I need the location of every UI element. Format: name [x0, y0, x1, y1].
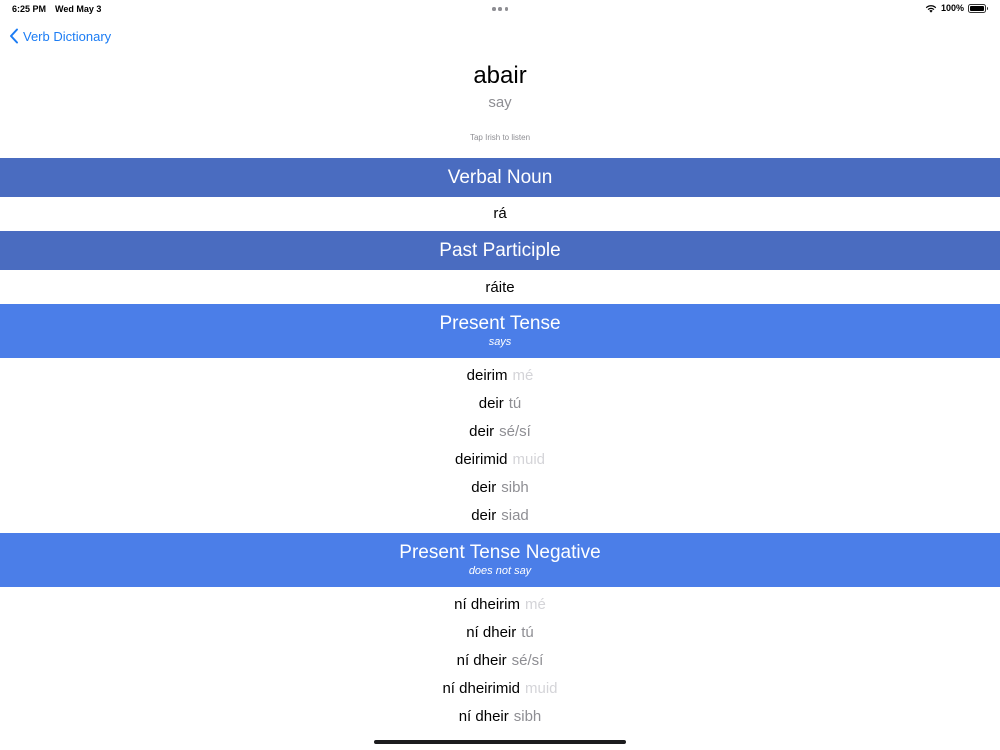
conjugation-row[interactable]: deir siad	[0, 507, 1000, 524]
conjugated-verb[interactable]: ní dheir	[457, 652, 507, 669]
section-title: Present Tense Negative	[399, 542, 601, 563]
conjugated-verb[interactable]: ní dheirimid	[442, 680, 520, 697]
conjugated-verb[interactable]: deir	[471, 479, 496, 496]
pronoun: tú	[521, 624, 534, 641]
pronoun: sé/sí	[511, 652, 544, 669]
conjugation-row[interactable]: ní dheirim mé	[0, 596, 1000, 613]
section-title: Past Participle	[439, 240, 561, 261]
section-title: Verbal Noun	[447, 167, 553, 188]
multitasking-dots-icon[interactable]	[492, 7, 508, 11]
verb-title[interactable]: abair	[0, 62, 1000, 90]
verbal-noun-value[interactable]: rá	[0, 205, 1000, 222]
section-header-present-tense-negative: Present Tense Negative does not say	[0, 533, 1000, 587]
conjugated-verb[interactable]: deir	[471, 507, 496, 524]
status-indicators: 100%	[925, 3, 988, 13]
past-participle-value[interactable]: ráite	[0, 279, 1000, 296]
pronoun: mé	[512, 367, 534, 384]
battery-icon	[968, 3, 988, 13]
conjugation-row[interactable]: ní dheirimid muid	[0, 680, 1000, 697]
section-header-verbal-noun: Verbal Noun	[0, 158, 1000, 197]
conjugation-row[interactable]: deirim mé	[0, 367, 1000, 384]
conjugated-verb[interactable]: ní dheirim	[454, 596, 520, 613]
conjugation-row[interactable]: deir sibh	[0, 479, 1000, 496]
pronoun: mé	[525, 596, 546, 613]
battery-percent: 100%	[940, 3, 964, 13]
conjugated-verb[interactable]: deirimid	[455, 451, 508, 468]
conjugated-verb[interactable]: deirim	[467, 367, 508, 384]
conjugation-row[interactable]: deir tú	[0, 395, 1000, 412]
section-header-past-participle: Past Participle	[0, 231, 1000, 270]
pronoun: tú	[508, 395, 522, 412]
conjugation-row[interactable]: ní dheir sé/sí	[0, 652, 1000, 669]
pronoun: muid	[512, 451, 546, 468]
section-title: Present Tense	[439, 313, 561, 334]
conjugation-row[interactable]: ní dheir sibh	[0, 708, 1000, 725]
conjugated-verb[interactable]: ní dheir	[459, 708, 509, 725]
pronoun: sé/sí	[499, 423, 531, 440]
verb-translation: say	[488, 94, 512, 111]
home-indicator[interactable]	[374, 740, 626, 744]
conjugation-row[interactable]: ní dheir tú	[0, 624, 1000, 641]
conjugation-row[interactable]: deir sé/sí	[0, 423, 1000, 440]
chevron-left-icon	[10, 28, 18, 44]
section-subtitle: says	[488, 336, 512, 348]
pronoun: siad	[501, 507, 529, 524]
section-header-present-tense: Present Tense says	[0, 304, 1000, 358]
conjugation-row[interactable]: deirimid muid	[0, 451, 1000, 468]
conjugated-verb[interactable]: deir	[479, 395, 504, 412]
conjugated-verb[interactable]: ní dheir	[466, 624, 516, 641]
back-button[interactable]: Verb Dictionary	[9, 28, 111, 44]
status-time: 6:25 PM	[12, 4, 47, 14]
pronoun: sibh	[501, 479, 529, 496]
pronoun: sibh	[513, 708, 542, 725]
app-screen: 6:25 PM Wed May 3 100% Verb Dictionary a…	[0, 0, 1000, 750]
listen-hint: Tap Irish to listen	[469, 133, 531, 142]
status-bar: 6:25 PM Wed May 3 100%	[0, 0, 1000, 18]
status-date: Wed May 3	[55, 4, 102, 14]
wifi-icon	[925, 4, 937, 13]
conjugated-verb[interactable]: deir	[469, 423, 494, 440]
section-subtitle: does not say	[468, 565, 532, 577]
pronoun: muid	[525, 680, 558, 697]
back-button-label: Verb Dictionary	[23, 28, 112, 44]
